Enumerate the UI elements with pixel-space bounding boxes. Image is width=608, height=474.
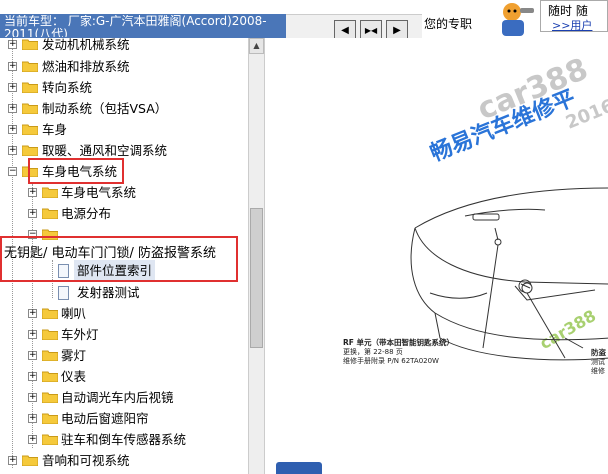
split-view-button[interactable]: ▶◀ [360, 20, 382, 40]
expand-icon[interactable]: + [8, 104, 17, 113]
expand-icon[interactable]: + [8, 62, 17, 71]
caption-line: 维修手册附录 P/N 62TA020W [343, 357, 439, 365]
expand-icon[interactable]: + [28, 330, 37, 339]
bottom-tab[interactable] [276, 462, 322, 474]
folder-icon [22, 61, 38, 72]
expand-icon[interactable]: + [28, 393, 37, 402]
tree-item-label: 驻车和倒车传感器系统 [61, 432, 187, 447]
mascot-icon [502, 3, 534, 36]
tree-item-label: 车身电气系统 [61, 185, 137, 200]
scroll-up-icon[interactable]: ▲ [249, 38, 264, 54]
expand-icon[interactable]: + [28, 188, 37, 197]
top-bar: 当前车型： 厂家:G-广汽本田雅阁(Accord)2008-2011(八代) ◀… [0, 0, 608, 40]
tree-item-label: 发动机机械系统 [42, 38, 130, 52]
folder-icon [42, 371, 58, 382]
tree-item-label: 仪表 [61, 369, 87, 384]
car-diagram [410, 187, 608, 361]
caption-right: 防盗 测试 维修 [591, 348, 606, 376]
prev-page-button[interactable]: ◀ [334, 20, 356, 40]
folder-icon [22, 103, 38, 114]
folder-icon [42, 329, 58, 340]
tree-item-label: 发射器测试 [77, 285, 140, 300]
folder-icon [42, 187, 58, 198]
expand-icon[interactable]: + [8, 146, 17, 155]
caption-title: 防盗 [591, 348, 606, 357]
next-icon: ▶ [393, 24, 401, 36]
caption-line: 更换，第 22-88 页 [343, 348, 403, 356]
expand-icon[interactable]: + [8, 83, 17, 92]
folder-icon [42, 350, 58, 361]
expand-icon[interactable]: + [28, 414, 37, 423]
tree-item-label: 车身 [42, 122, 68, 137]
tree-item-label: 转向系统 [42, 80, 93, 95]
folder-icon [42, 308, 58, 319]
expand-icon[interactable]: + [28, 309, 37, 318]
tree-scrollbar[interactable]: ▲ [248, 38, 264, 474]
folder-icon [22, 145, 38, 156]
next-page-button[interactable]: ▶ [386, 20, 408, 40]
tree-item-label: 车外灯 [61, 327, 99, 342]
tree-item-label: 制动系统（包括VSA） [42, 101, 168, 116]
highlight-box [0, 236, 238, 282]
document-icon [58, 286, 69, 300]
nav-buttons: ◀ ▶◀ ▶ [334, 20, 408, 40]
caption-rf-unit: RF 单元（带本田智能钥匙系统） 更换，第 22-88 页 维修手册附录 P/N… [343, 338, 454, 366]
folder-icon [42, 208, 58, 219]
tree-item-label: 自动调光车内后视镜 [61, 390, 174, 405]
caption-line: 维修 [591, 367, 605, 375]
expand-icon[interactable]: + [28, 351, 37, 360]
user-link[interactable]: >>用户 [552, 17, 592, 33]
folder-icon [22, 124, 38, 135]
prev-icon: ◀ [341, 24, 349, 36]
folder-icon [42, 392, 58, 403]
navigation-tree: + 发动机机械系统 + 燃油和排放系统 + 转向系统 + 制动系统（包括VSA）… [0, 38, 248, 474]
highlight-box [28, 158, 124, 184]
expand-icon[interactable]: + [28, 372, 37, 381]
tree-item-label: 音响和可视系统 [42, 453, 130, 468]
folder-icon [22, 39, 38, 50]
expand-icon[interactable]: + [28, 435, 37, 444]
tree-item-label: 雾灯 [61, 348, 87, 363]
expand-icon[interactable]: + [8, 456, 17, 465]
expand-icon[interactable]: + [8, 40, 17, 49]
split-icon: ▶◀ [364, 25, 378, 35]
tree-item-label: 燃油和排放系统 [42, 59, 130, 74]
folder-icon [42, 413, 58, 424]
expand-icon[interactable]: + [8, 125, 17, 134]
folder-icon [22, 455, 38, 466]
content-view: car388 畅易汽车维修平 2016 car388 RF 单元（带本田智能钥匙… [264, 38, 608, 474]
tree-item-label: 喇叭 [61, 306, 87, 321]
caption-title: RF 单元（带本田智能钥匙系统） [343, 338, 455, 347]
expand-icon[interactable]: + [28, 209, 37, 218]
caption-line: 测试 [591, 358, 605, 366]
folder-icon [42, 434, 58, 445]
tree-item-label: 电源分布 [61, 206, 112, 221]
folder-icon [22, 82, 38, 93]
collapse-icon[interactable]: − [8, 167, 17, 176]
current-vehicle: 当前车型： 厂家:G-广汽本田雅阁(Accord)2008-2011(八代) [4, 15, 284, 37]
tree-item-label: 电动后窗遮阳帘 [61, 411, 149, 426]
scroll-thumb[interactable] [250, 208, 263, 348]
pro-text: 您的专职 [424, 17, 473, 31]
